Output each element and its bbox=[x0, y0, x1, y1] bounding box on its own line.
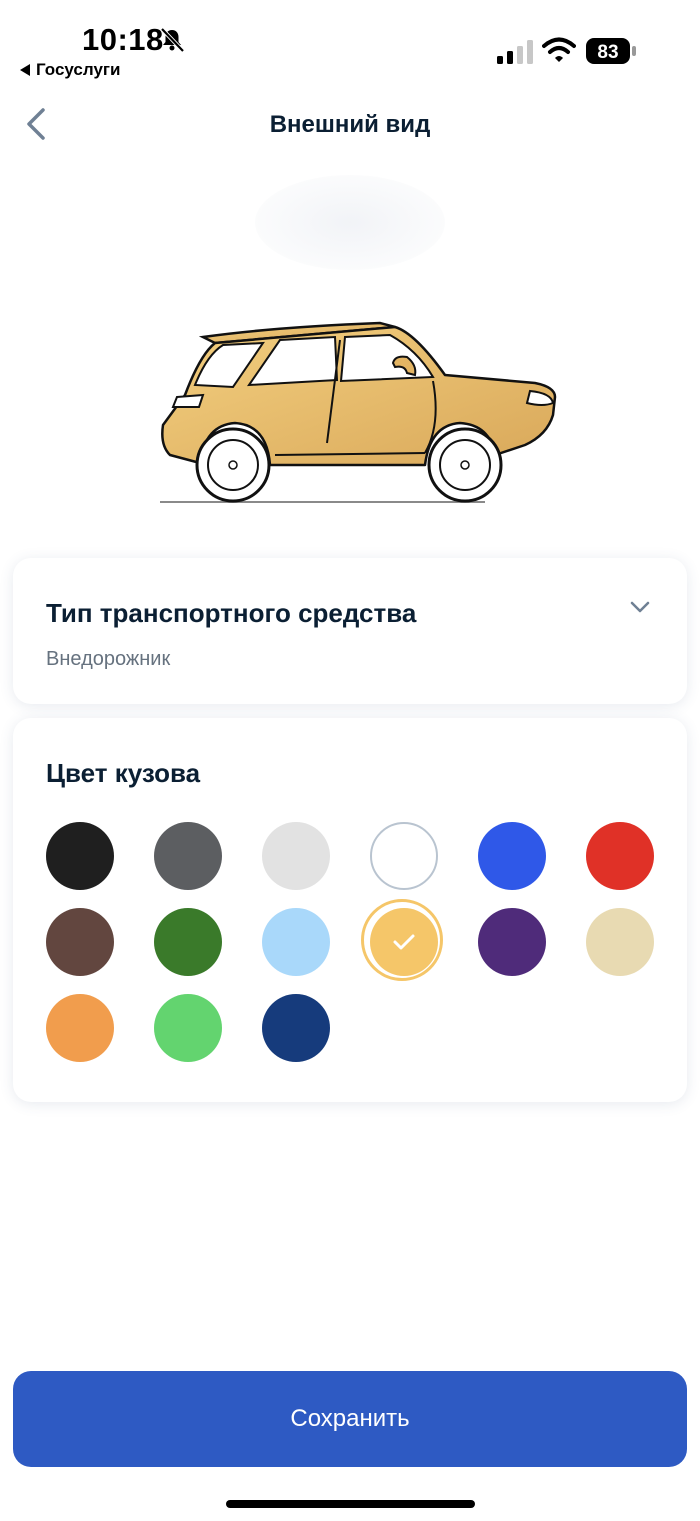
color-swatch[interactable] bbox=[46, 822, 114, 890]
vehicle-type-value: Внедорожник bbox=[46, 648, 171, 670]
vehicle-type-title: Тип транспортного средства bbox=[46, 598, 417, 628]
back-to-app-link[interactable]: Госуслуги bbox=[20, 60, 120, 80]
color-swatch[interactable] bbox=[586, 908, 654, 976]
nav-bar: Внешний вид bbox=[0, 95, 700, 155]
color-swatch[interactable] bbox=[361, 899, 443, 981]
color-swatch[interactable] bbox=[46, 994, 114, 1062]
color-swatch[interactable] bbox=[478, 908, 546, 976]
color-swatch[interactable] bbox=[370, 822, 438, 890]
status-bar: 10:18 Госуслуги 83 bbox=[0, 0, 700, 90]
color-swatch[interactable] bbox=[154, 908, 222, 976]
color-swatch[interactable] bbox=[46, 908, 114, 976]
save-button[interactable]: Сохранить bbox=[13, 1371, 687, 1467]
color-swatch[interactable] bbox=[154, 994, 222, 1062]
battery-level: 83 bbox=[597, 42, 618, 63]
vehicle-type-selector[interactable]: Тип транспортного средства Внедорожник bbox=[13, 558, 687, 704]
battery-icon: 83 bbox=[586, 38, 636, 64]
color-swatch[interactable] bbox=[478, 822, 546, 890]
check-icon bbox=[393, 934, 415, 950]
back-app-label: Госуслуги bbox=[36, 60, 121, 79]
car-illustration bbox=[160, 321, 557, 503]
bell-muted-icon bbox=[160, 27, 185, 53]
color-swatch[interactable] bbox=[262, 908, 330, 976]
wifi-icon bbox=[542, 37, 576, 62]
color-swatch[interactable] bbox=[262, 822, 330, 890]
body-color-card: Цвет кузова bbox=[13, 718, 687, 1102]
color-swatch[interactable] bbox=[262, 994, 330, 1062]
page-title: Внешний вид bbox=[269, 111, 431, 138]
status-time: 10:18 bbox=[82, 22, 164, 57]
background-haze bbox=[255, 175, 445, 270]
body-color-title: Цвет кузова bbox=[46, 758, 201, 788]
home-indicator bbox=[226, 1500, 475, 1508]
cellular-signal-icon bbox=[497, 40, 533, 64]
back-triangle-icon bbox=[20, 63, 30, 76]
color-swatch[interactable] bbox=[154, 822, 222, 890]
color-swatch[interactable] bbox=[586, 822, 654, 890]
chevron-down-icon bbox=[630, 601, 650, 613]
